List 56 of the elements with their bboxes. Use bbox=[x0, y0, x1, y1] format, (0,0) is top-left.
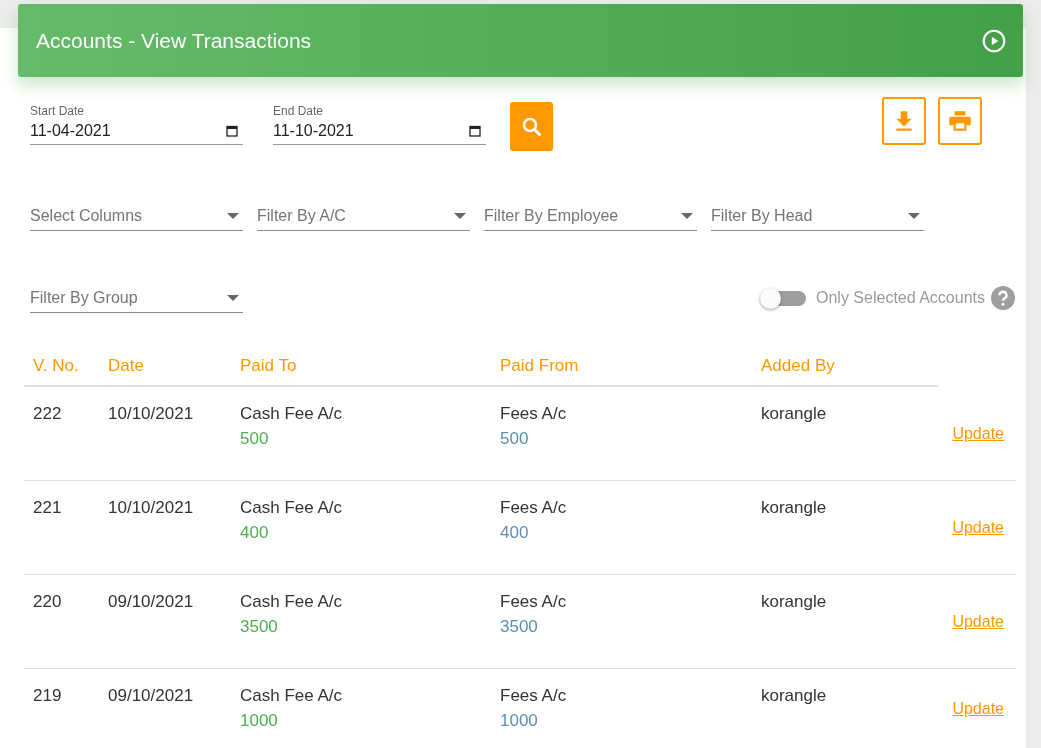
account-name: Fees A/c bbox=[500, 404, 568, 424]
table-cell-text: korangle bbox=[760, 685, 828, 707]
amount-text: 3500 bbox=[240, 617, 279, 637]
toggle-label: Only Selected Accounts bbox=[816, 289, 985, 307]
account-name: Fees A/c bbox=[500, 498, 568, 518]
filter-dropdown[interactable]: Filter By A/C bbox=[257, 201, 470, 231]
amount-text: 3500 bbox=[500, 617, 539, 637]
table-cell-text: korangle bbox=[760, 591, 828, 613]
table-cell-text: 09/10/2021 bbox=[107, 685, 195, 707]
filter-dropdown[interactable]: Filter By Group bbox=[30, 283, 243, 313]
dropdown-caret-icon bbox=[227, 212, 239, 219]
help-icon bbox=[991, 286, 1015, 310]
column-header: Paid From bbox=[499, 356, 580, 376]
account-name: Fees A/c bbox=[500, 592, 568, 612]
amount-text: 500 bbox=[240, 429, 270, 449]
table-cell-text: 09/10/2021 bbox=[107, 591, 195, 613]
account-name: Fees A/c bbox=[500, 686, 568, 706]
download-button[interactable] bbox=[882, 97, 926, 145]
dropdown-caret-icon bbox=[908, 212, 920, 219]
play-button[interactable] bbox=[981, 27, 1007, 54]
search-button[interactable] bbox=[510, 102, 553, 151]
account-name: Cash Fee A/c bbox=[240, 498, 344, 518]
dropdown-caret-icon bbox=[227, 294, 239, 301]
amount-text: 1000 bbox=[240, 711, 279, 731]
column-header: Added By bbox=[760, 356, 836, 376]
filter-dropdown[interactable]: Select Columns bbox=[30, 201, 243, 231]
print-icon bbox=[947, 108, 973, 134]
date-field[interactable]: Start Date 11-04-2021 bbox=[30, 97, 243, 145]
play-icon bbox=[981, 27, 1007, 54]
date-field[interactable]: End Date 11-10-2021 bbox=[273, 97, 486, 145]
table-cell-text: 219 bbox=[32, 685, 63, 707]
amount-text: 400 bbox=[240, 523, 270, 543]
dropdown-caret-icon bbox=[681, 212, 693, 219]
filter-dropdown[interactable]: Filter By Head bbox=[711, 201, 924, 231]
calendar-icon bbox=[226, 125, 238, 137]
column-header: Date bbox=[107, 356, 145, 376]
table-cell-text: korangle bbox=[760, 403, 828, 425]
table-cell-text: 220 bbox=[32, 591, 63, 613]
amount-text: 1000 bbox=[500, 711, 539, 731]
table-cell-text: 221 bbox=[32, 497, 63, 519]
table-cell-text: korangle bbox=[760, 497, 828, 519]
table-cell-text: 10/10/2021 bbox=[107, 403, 195, 425]
account-name: Cash Fee A/c bbox=[240, 592, 344, 612]
calendar-icon bbox=[469, 125, 481, 137]
table-cell-text: 10/10/2021 bbox=[107, 497, 195, 519]
amount-text: 500 bbox=[500, 429, 530, 449]
print-button[interactable] bbox=[938, 97, 982, 145]
amount-text: 400 bbox=[500, 523, 530, 543]
filter-dropdown[interactable]: Filter By Employee bbox=[484, 201, 697, 231]
column-header: Paid To bbox=[239, 356, 298, 376]
column-header: V. No. bbox=[32, 356, 80, 376]
account-name: Cash Fee A/c bbox=[240, 686, 344, 706]
account-name: Cash Fee A/c bbox=[240, 404, 344, 424]
dropdown-caret-icon bbox=[454, 212, 466, 219]
page-title: Accounts - View Transactions bbox=[36, 28, 313, 53]
table-cell-text: 222 bbox=[32, 403, 63, 425]
